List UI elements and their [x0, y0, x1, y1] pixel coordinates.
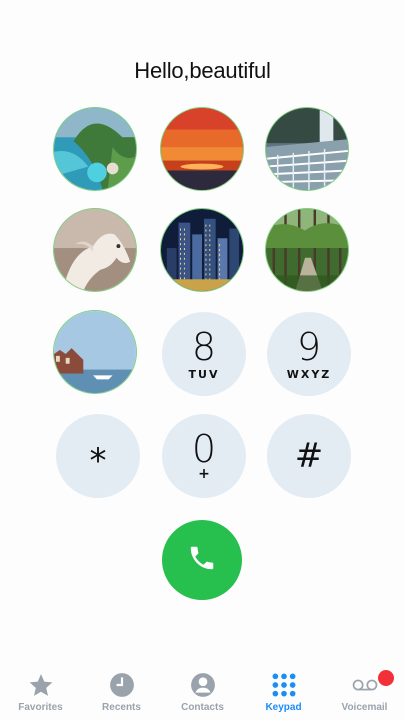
voicemail-icon — [352, 672, 378, 698]
tab-label: Voicemail — [341, 702, 388, 713]
tab-label: Recents — [102, 702, 141, 713]
photo-key-forest-path[interactable] — [265, 208, 349, 292]
star-icon — [28, 672, 54, 698]
dial-letters: WXYZ — [286, 367, 332, 381]
tab-label: Favorites — [18, 702, 63, 713]
tab-keypad[interactable]: Keypad — [243, 660, 324, 713]
keypad-grid-icon — [271, 672, 297, 698]
tab-contacts[interactable]: Contacts — [162, 660, 243, 713]
photo-key-waterfall-balcony[interactable] — [265, 107, 349, 191]
photo-key-harbor-castle[interactable] — [53, 310, 137, 394]
dial-digit: 0 — [191, 427, 217, 471]
dial-digit: # — [294, 436, 324, 476]
photo-key-city-skyline[interactable] — [160, 208, 244, 292]
tab-label: Keypad — [265, 702, 302, 713]
clock-icon — [109, 672, 135, 698]
tab-bar: Favorites Recents Contacts Keypad Voicem… — [0, 660, 405, 720]
dial-key-8[interactable]: 8 TUV — [162, 312, 246, 396]
dial-digit: * — [89, 441, 107, 481]
dial-key-9[interactable]: 9 WXYZ — [267, 312, 351, 396]
voicemail-badge — [378, 670, 394, 686]
greeting-title: Hello,beautiful — [134, 58, 271, 83]
dial-letters: + — [198, 466, 210, 482]
photo-key-white-horse[interactable] — [53, 208, 137, 292]
dial-letters: TUV — [188, 367, 220, 381]
photo-key-sunset-sky[interactable] — [160, 107, 244, 191]
tab-favorites[interactable]: Favorites — [0, 660, 81, 713]
dial-key-0[interactable]: 0 + — [162, 414, 246, 498]
dial-digit: 9 — [296, 324, 322, 369]
dial-key-hash[interactable]: # — [267, 414, 351, 498]
tab-recents[interactable]: Recents — [81, 660, 162, 713]
call-button[interactable] — [162, 520, 242, 600]
person-circle-icon — [190, 672, 216, 698]
dial-key-star[interactable]: * — [56, 414, 140, 498]
tab-voicemail[interactable]: Voicemail — [324, 660, 405, 713]
photo-key-tropical-island[interactable] — [53, 107, 137, 191]
dial-digit: 8 — [191, 324, 217, 369]
phone-icon — [187, 543, 217, 578]
tab-label: Contacts — [181, 702, 224, 713]
